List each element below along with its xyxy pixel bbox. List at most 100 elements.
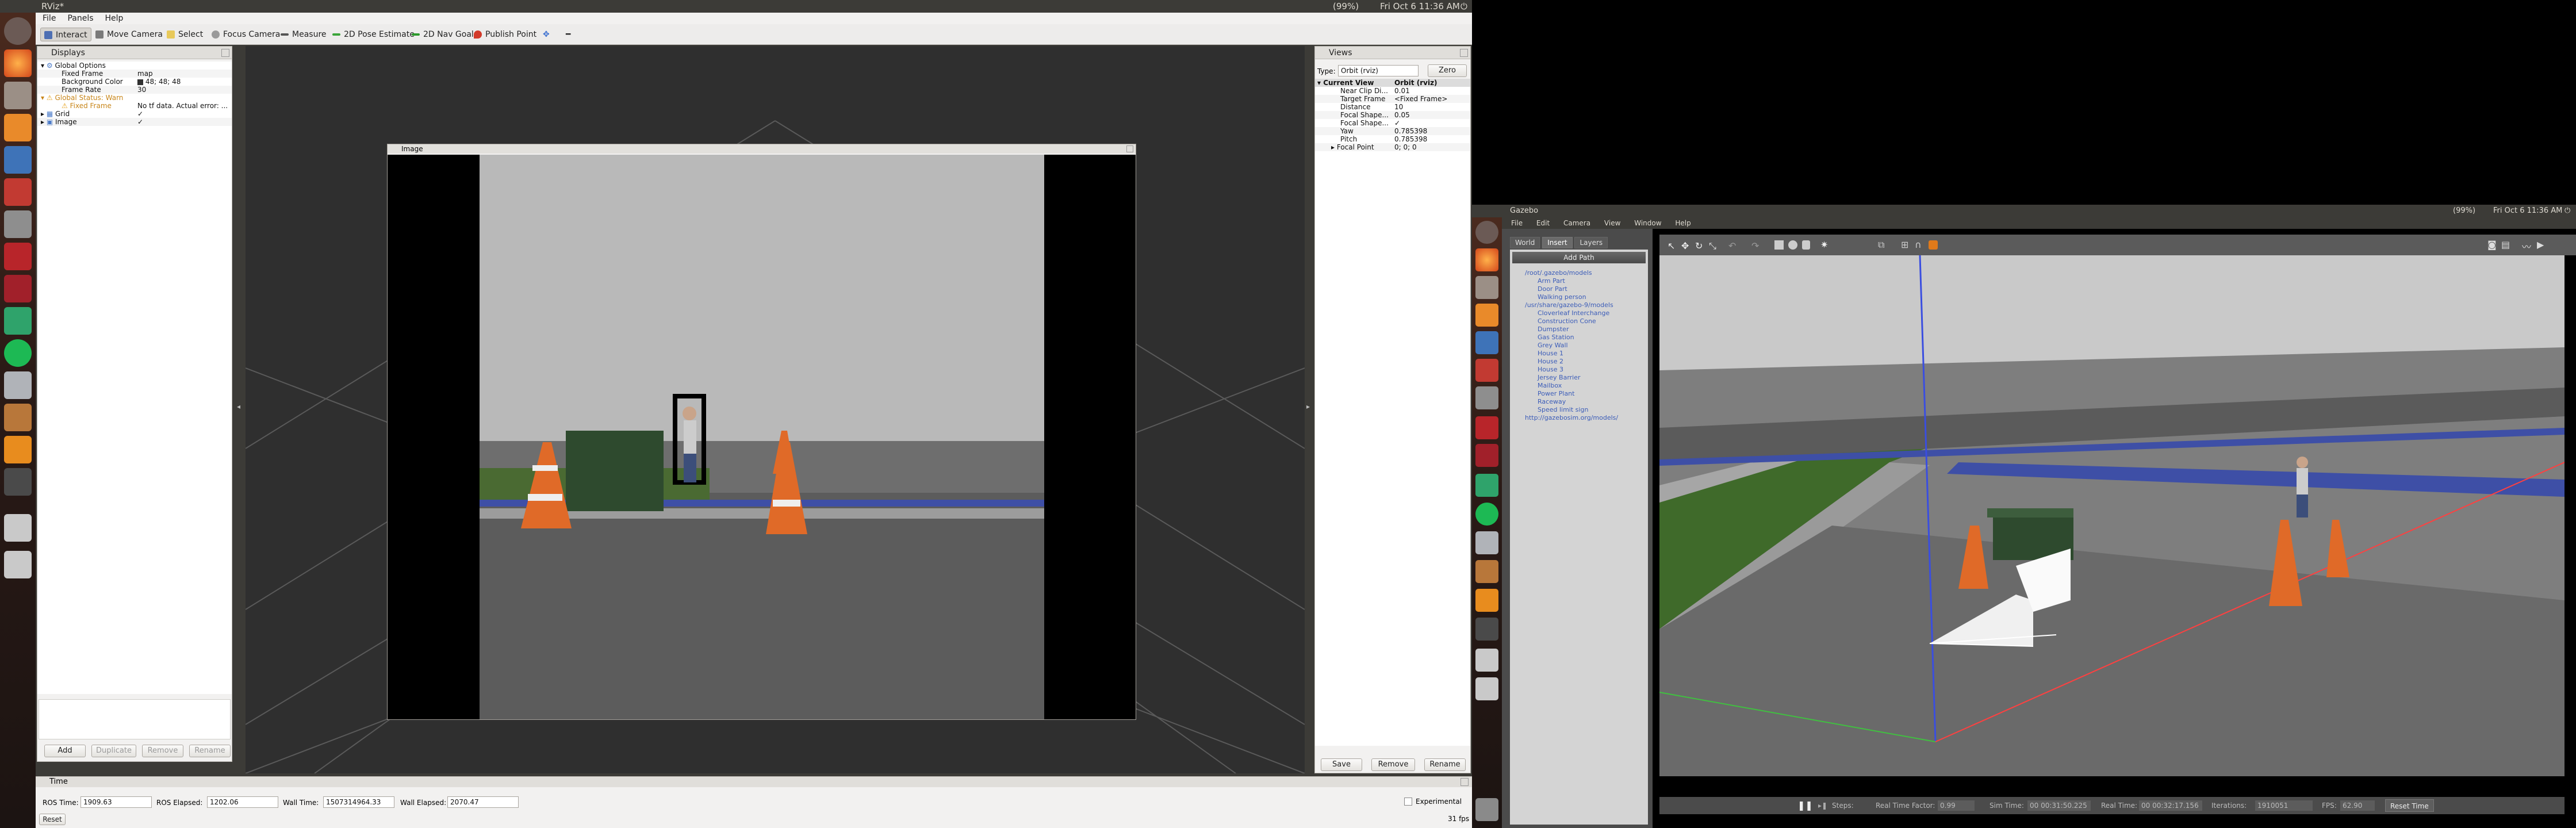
nav-goal-tool[interactable]: 2D Nav Goal xyxy=(408,28,477,41)
terminal-red-2-icon[interactable] xyxy=(4,275,32,302)
close-icon[interactable] xyxy=(1126,145,1133,152)
terminal-icon[interactable] xyxy=(4,468,32,496)
menu-edit[interactable]: Edit xyxy=(1536,219,1550,227)
tree-row-fixed-frame-status[interactable]: ⚠ Fixed Frame No tf data. Actual error: .… xyxy=(37,102,232,110)
video-icon[interactable]: ▶ xyxy=(2537,239,2544,250)
dash-icon[interactable] xyxy=(1475,221,1498,244)
select-tool[interactable]: Select xyxy=(163,28,206,41)
terminal-red-icon[interactable] xyxy=(4,243,32,270)
row-value[interactable]: 10 xyxy=(1394,103,1403,111)
person-icon[interactable] xyxy=(4,210,32,238)
redo-icon[interactable]: ↷ xyxy=(1751,240,1759,251)
views-row-focal-point[interactable]: ▸ Focal Point 0; 0; 0 xyxy=(1315,143,1470,151)
rename-view-button[interactable]: Rename xyxy=(1424,758,1466,771)
tab-layers[interactable]: Layers xyxy=(1574,237,1608,248)
battery-status[interactable]: (99%) xyxy=(1333,0,1359,13)
tree-path-share[interactable]: /usr/share/gazebo-9/models xyxy=(1512,301,1646,309)
menu-panels[interactable]: Panels xyxy=(67,14,93,23)
globe-icon[interactable] xyxy=(1475,474,1498,497)
terminal-red-icon[interactable] xyxy=(1475,416,1498,439)
measure-tool[interactable]: Measure xyxy=(277,28,330,41)
row-value[interactable]: 0.785398 xyxy=(1394,135,1427,143)
tree-item[interactable]: Jersey Barrier xyxy=(1512,374,1646,382)
views-row-distance[interactable]: Distance 10 xyxy=(1315,103,1470,111)
ros-elapsed-field[interactable]: 1202.06 xyxy=(207,796,278,808)
align-icon[interactable]: ⊞ xyxy=(1901,239,1908,250)
firefox-icon[interactable] xyxy=(1475,248,1498,271)
tree-item[interactable]: Arm Part xyxy=(1512,277,1646,285)
dash-icon[interactable] xyxy=(4,17,32,45)
cylinder-shape-icon[interactable] xyxy=(1802,240,1810,250)
remove-display-button[interactable]: Remove xyxy=(142,745,183,757)
drive-icon[interactable] xyxy=(4,514,32,542)
wall-elapsed-field[interactable]: 2070.47 xyxy=(447,796,519,808)
row-value[interactable]: 0.01 xyxy=(1394,87,1410,95)
gazebo-3d-view[interactable] xyxy=(1659,255,2564,776)
select-mode-icon[interactable]: ↖ xyxy=(1667,240,1675,251)
rviz-icon[interactable] xyxy=(4,371,32,399)
image-checkbox[interactable]: ✓ xyxy=(137,118,143,126)
person-icon[interactable] xyxy=(1475,386,1498,409)
row-checkbox[interactable]: ✓ xyxy=(1394,119,1400,127)
pause-icon[interactable]: ❚❚ xyxy=(1797,797,1813,814)
views-row-focal-shape-fixed[interactable]: Focal Shape... ✓ xyxy=(1315,119,1470,127)
light-icon[interactable]: ✷ xyxy=(1820,239,1828,250)
tree-row-global-options[interactable]: ▾ ⚙ Global Options xyxy=(37,62,232,70)
scale-mode-icon[interactable]: ⤡ xyxy=(1709,240,1716,252)
move-camera-tool[interactable]: Move Camera xyxy=(92,28,166,41)
tree-item[interactable]: Construction Cone xyxy=(1512,317,1646,325)
box-shape-icon[interactable] xyxy=(1774,240,1784,250)
tree-item[interactable]: Mailbox xyxy=(1512,382,1646,390)
tree-item[interactable]: Gas Station xyxy=(1512,334,1646,342)
view-type-select[interactable]: Orbit (rviz) xyxy=(1338,65,1419,76)
tree-row-frame-rate[interactable]: Frame Rate 30 xyxy=(37,86,232,94)
blender-icon[interactable] xyxy=(4,114,32,141)
tab-world[interactable]: World xyxy=(1510,237,1540,248)
tree-row-image[interactable]: ▸ ▣ Image ✓ xyxy=(37,118,232,126)
gazebo-battery-status[interactable]: (99%) xyxy=(2453,205,2475,217)
power-icon[interactable]: ⏻ xyxy=(1460,0,1467,13)
menu-help[interactable]: Help xyxy=(1675,219,1690,227)
copy-icon[interactable]: ⧉ xyxy=(1878,239,1884,251)
firefox-icon[interactable] xyxy=(4,49,32,77)
tree-item[interactable]: Speed limit sign xyxy=(1512,406,1646,414)
close-icon[interactable] xyxy=(1460,778,1469,786)
app-icon[interactable] xyxy=(4,178,32,206)
spotify-icon[interactable] xyxy=(4,339,32,367)
duplicate-display-button[interactable]: Duplicate xyxy=(91,745,136,757)
add-path-button[interactable]: Add Path xyxy=(1512,252,1646,263)
drive-2-icon[interactable] xyxy=(4,551,32,578)
globe-icon[interactable] xyxy=(4,307,32,335)
translate-mode-icon[interactable]: ✥ xyxy=(1681,240,1689,251)
package-icon[interactable] xyxy=(4,404,32,431)
views-row-target-frame[interactable]: Target Frame <Fixed Frame> xyxy=(1315,95,1470,103)
package-icon[interactable] xyxy=(1475,560,1498,583)
spotify-icon[interactable] xyxy=(1475,503,1498,526)
tree-path-root[interactable]: /root/.gazebo/models xyxy=(1512,269,1646,277)
views-row-focal-shape-size[interactable]: Focal Shape... 0.05 xyxy=(1315,111,1470,119)
terminal-red-2-icon[interactable] xyxy=(1475,444,1498,467)
files-icon[interactable] xyxy=(1475,276,1498,299)
tree-row-fixed-frame[interactable]: Fixed Frame map xyxy=(37,70,232,78)
plot-icon[interactable]: 〰 xyxy=(2522,239,2531,253)
add-tool-button[interactable]: ✥ xyxy=(539,28,553,41)
blender-icon[interactable] xyxy=(1475,304,1498,327)
sphere-shape-icon[interactable] xyxy=(1788,240,1797,250)
row-value[interactable]: <Fixed Frame> xyxy=(1394,95,1447,103)
clock[interactable]: Fri Oct 6 11:36 AM xyxy=(1380,0,1460,13)
views-row-current-view[interactable]: ▾ Current View Orbit (rviz) xyxy=(1315,79,1470,87)
orange-record-icon[interactable] xyxy=(1929,240,1938,250)
undo-icon[interactable]: ↶ xyxy=(1728,240,1736,251)
tree-row-global-status[interactable]: ▾ ⚠ Global Status: Warn xyxy=(37,94,232,102)
screenshot-icon[interactable]: ◙ xyxy=(2487,239,2497,250)
tab-insert[interactable]: Insert xyxy=(1542,237,1573,248)
tree-path-remote[interactable]: http://gazebosim.org/models/ xyxy=(1512,414,1646,422)
drive-icon[interactable] xyxy=(1475,649,1498,672)
remove-view-button[interactable]: Remove xyxy=(1371,758,1415,771)
save-view-button[interactable]: Save xyxy=(1321,758,1362,771)
menu-window[interactable]: Window xyxy=(1634,219,1661,227)
wall-time-field[interactable]: 1507314964.33 xyxy=(323,796,394,808)
app-icon[interactable] xyxy=(1475,359,1498,382)
experimental-checkbox[interactable] xyxy=(1404,798,1412,806)
views-row-yaw[interactable]: Yaw 0.785398 xyxy=(1315,127,1470,135)
